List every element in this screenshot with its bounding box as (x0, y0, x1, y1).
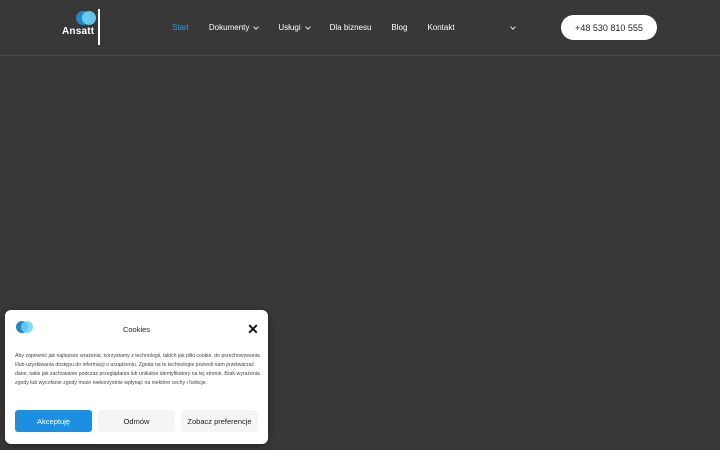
nav-item-label: Kontakt (427, 23, 455, 32)
chevron-down-icon (253, 23, 260, 30)
preferences-button[interactable]: Zobacz preferencje (181, 410, 258, 432)
main-nav: Start Dokumenty Usługi Dla biznesu Blog … (172, 0, 475, 55)
nav-item-dokumenty[interactable]: Dokumenty (208, 23, 260, 32)
nav-item-label: Blog (391, 23, 408, 32)
logo-circles-icon (76, 11, 98, 25)
nav-item-kontakt[interactable]: Kontakt (427, 23, 454, 32)
nav-item-start[interactable]: Start (172, 23, 189, 32)
phone-button[interactable]: +48 530 810 555 (561, 15, 657, 40)
chevron-down-icon (304, 23, 311, 30)
nav-item-blog[interactable]: Blog (391, 23, 407, 32)
logo-divider (98, 9, 100, 45)
language-dropdown[interactable] (508, 22, 518, 32)
site-logo[interactable]: Ansatt (62, 9, 102, 47)
nav-item-label: Dokumenty (208, 23, 250, 32)
deny-button[interactable]: Odmów (98, 410, 175, 432)
accept-button[interactable]: Akceptuję (15, 410, 92, 432)
close-icon[interactable]: ✕ (247, 322, 259, 336)
nav-item-uslugi[interactable]: Usługi (278, 23, 311, 32)
nav-item-label: Usługi (278, 23, 301, 32)
chevron-down-icon (510, 24, 516, 30)
nav-item-label: Dla biznesu (329, 23, 372, 32)
nav-item-label: Start (172, 23, 189, 32)
cookie-banner: Cookies ✕ Aby zapewnić jak najlepsze wra… (5, 310, 268, 444)
nav-item-dla-biznesu[interactable]: Dla biznesu (330, 23, 372, 32)
cookie-text: Aby zapewnić jak najlepsze wrażenia, kor… (15, 353, 260, 386)
logo-text: Ansatt (62, 26, 95, 37)
cookie-title: Cookies (122, 325, 151, 334)
site-header: Ansatt Start Dokumenty Usługi Dla biznes… (0, 0, 720, 56)
